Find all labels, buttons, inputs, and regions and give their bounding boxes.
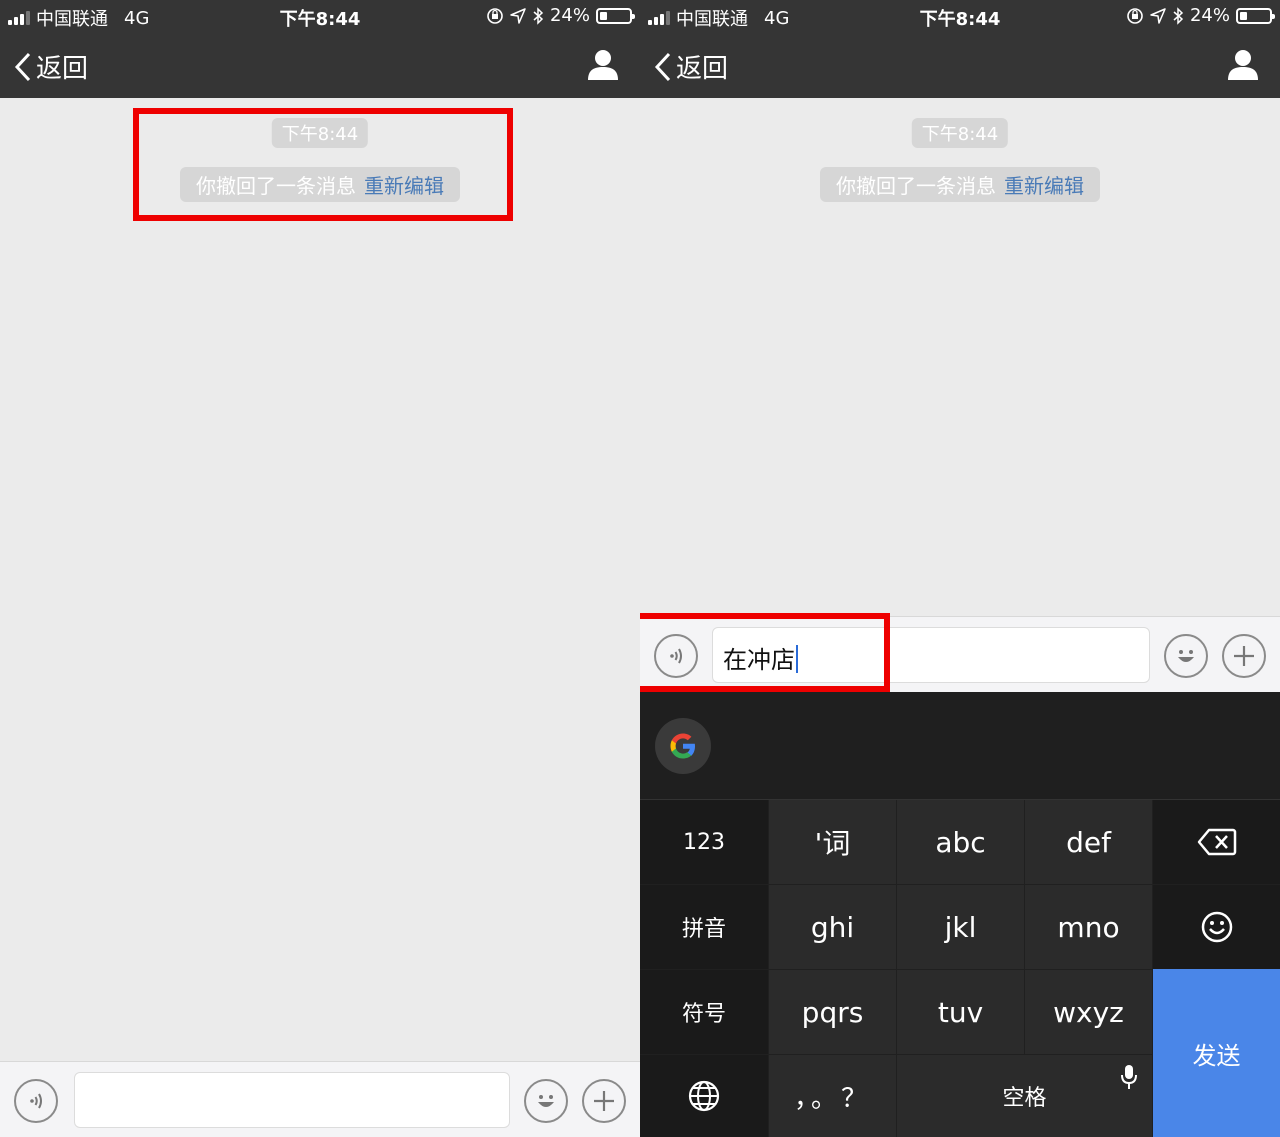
- bluetooth-icon: [532, 6, 544, 25]
- keyboard-toolbar: [640, 692, 1280, 800]
- globe-icon: [688, 1080, 720, 1112]
- battery-percent: 24%: [549, 5, 590, 26]
- voice-button[interactable]: [14, 1079, 58, 1123]
- smiley-icon: [1201, 911, 1232, 943]
- backspace-key[interactable]: [1153, 800, 1280, 884]
- orientation-lock-icon: [486, 7, 504, 25]
- chevron-left-icon: [14, 52, 31, 81]
- keyboard: 123 '词 abc def 拼音 ghi jkl mno 符号 pqrs tu…: [640, 692, 1280, 1137]
- key-punctuation[interactable]: ，。？: [769, 1055, 896, 1137]
- message-input[interactable]: [74, 1072, 510, 1128]
- recall-notice: 你撤回了一条消息 重新编辑: [820, 167, 1100, 202]
- status-bar: 中国联通 4G 下午8:44 24%: [640, 0, 1280, 32]
- nav-bar: 返回: [0, 32, 640, 98]
- chevron-left-icon: [654, 52, 671, 81]
- key-pqrs[interactable]: pqrs: [769, 970, 896, 1054]
- battery-percent: 24%: [1189, 5, 1230, 26]
- key-mno[interactable]: mno: [1025, 885, 1152, 969]
- key-symbols[interactable]: 符号: [640, 970, 768, 1054]
- plus-button[interactable]: [582, 1079, 626, 1123]
- person-icon[interactable]: [586, 48, 620, 82]
- key-123[interactable]: 123: [640, 800, 768, 884]
- right-screen: 中国联通 4G 下午8:44 24% 返回 下午8:44 你撤回了一条消息 重新…: [640, 0, 1280, 1137]
- key-ghi[interactable]: ghi: [769, 885, 896, 969]
- location-icon: [510, 7, 526, 24]
- plus-icon: [1234, 646, 1254, 666]
- plus-icon: [594, 1091, 614, 1111]
- google-button[interactable]: [655, 718, 711, 774]
- nav-bar: 返回: [640, 32, 1280, 98]
- key-wxyz[interactable]: wxyz: [1025, 970, 1152, 1054]
- space-label: 空格: [1002, 1086, 1047, 1111]
- send-key[interactable]: 发送: [1153, 969, 1280, 1137]
- highlight-box: [640, 613, 890, 692]
- google-icon: [670, 733, 695, 759]
- key-abc[interactable]: abc: [897, 800, 1024, 884]
- back-label: 返回: [36, 54, 89, 84]
- orientation-lock-icon: [1126, 7, 1144, 25]
- message-timestamp: 下午8:44: [911, 118, 1009, 148]
- emoji-key[interactable]: [1153, 885, 1280, 969]
- space-key[interactable]: 空格: [897, 1055, 1152, 1137]
- recall-text: 你撤回了一条消息: [836, 174, 996, 198]
- emoji-button[interactable]: [1164, 634, 1208, 678]
- left-screen: 中国联通 4G 下午8:44 24% 返回 下午8:44 你撤回了一条消息 重新…: [0, 0, 640, 1137]
- globe-key[interactable]: [640, 1055, 768, 1137]
- back-button[interactable]: 返回: [14, 48, 88, 85]
- key-pinyin[interactable]: 拼音: [640, 885, 768, 969]
- key-tuv[interactable]: tuv: [897, 970, 1024, 1054]
- plus-button[interactable]: [1222, 634, 1266, 678]
- voice-icon: [30, 1093, 42, 1109]
- key-def[interactable]: def: [1025, 800, 1152, 884]
- status-bar: 中国联通 4G 下午8:44 24%: [0, 0, 640, 32]
- emoji-icon: [538, 1095, 554, 1107]
- key-word[interactable]: '词: [769, 800, 896, 884]
- back-button[interactable]: 返回: [654, 48, 728, 85]
- battery-icon: [1236, 7, 1275, 24]
- location-icon: [1150, 7, 1166, 24]
- highlight-box: [133, 108, 513, 221]
- reedit-link[interactable]: 重新编辑: [1004, 174, 1084, 198]
- key-jkl[interactable]: jkl: [897, 885, 1024, 969]
- input-bar: [0, 1061, 640, 1137]
- emoji-button[interactable]: [524, 1079, 568, 1123]
- emoji-icon: [1178, 650, 1194, 662]
- bluetooth-icon: [1172, 6, 1184, 25]
- backspace-icon: [1197, 828, 1236, 856]
- battery-icon: [596, 7, 635, 24]
- microphone-icon[interactable]: [1120, 1063, 1138, 1091]
- person-icon[interactable]: [1226, 48, 1260, 82]
- back-label: 返回: [676, 54, 729, 84]
